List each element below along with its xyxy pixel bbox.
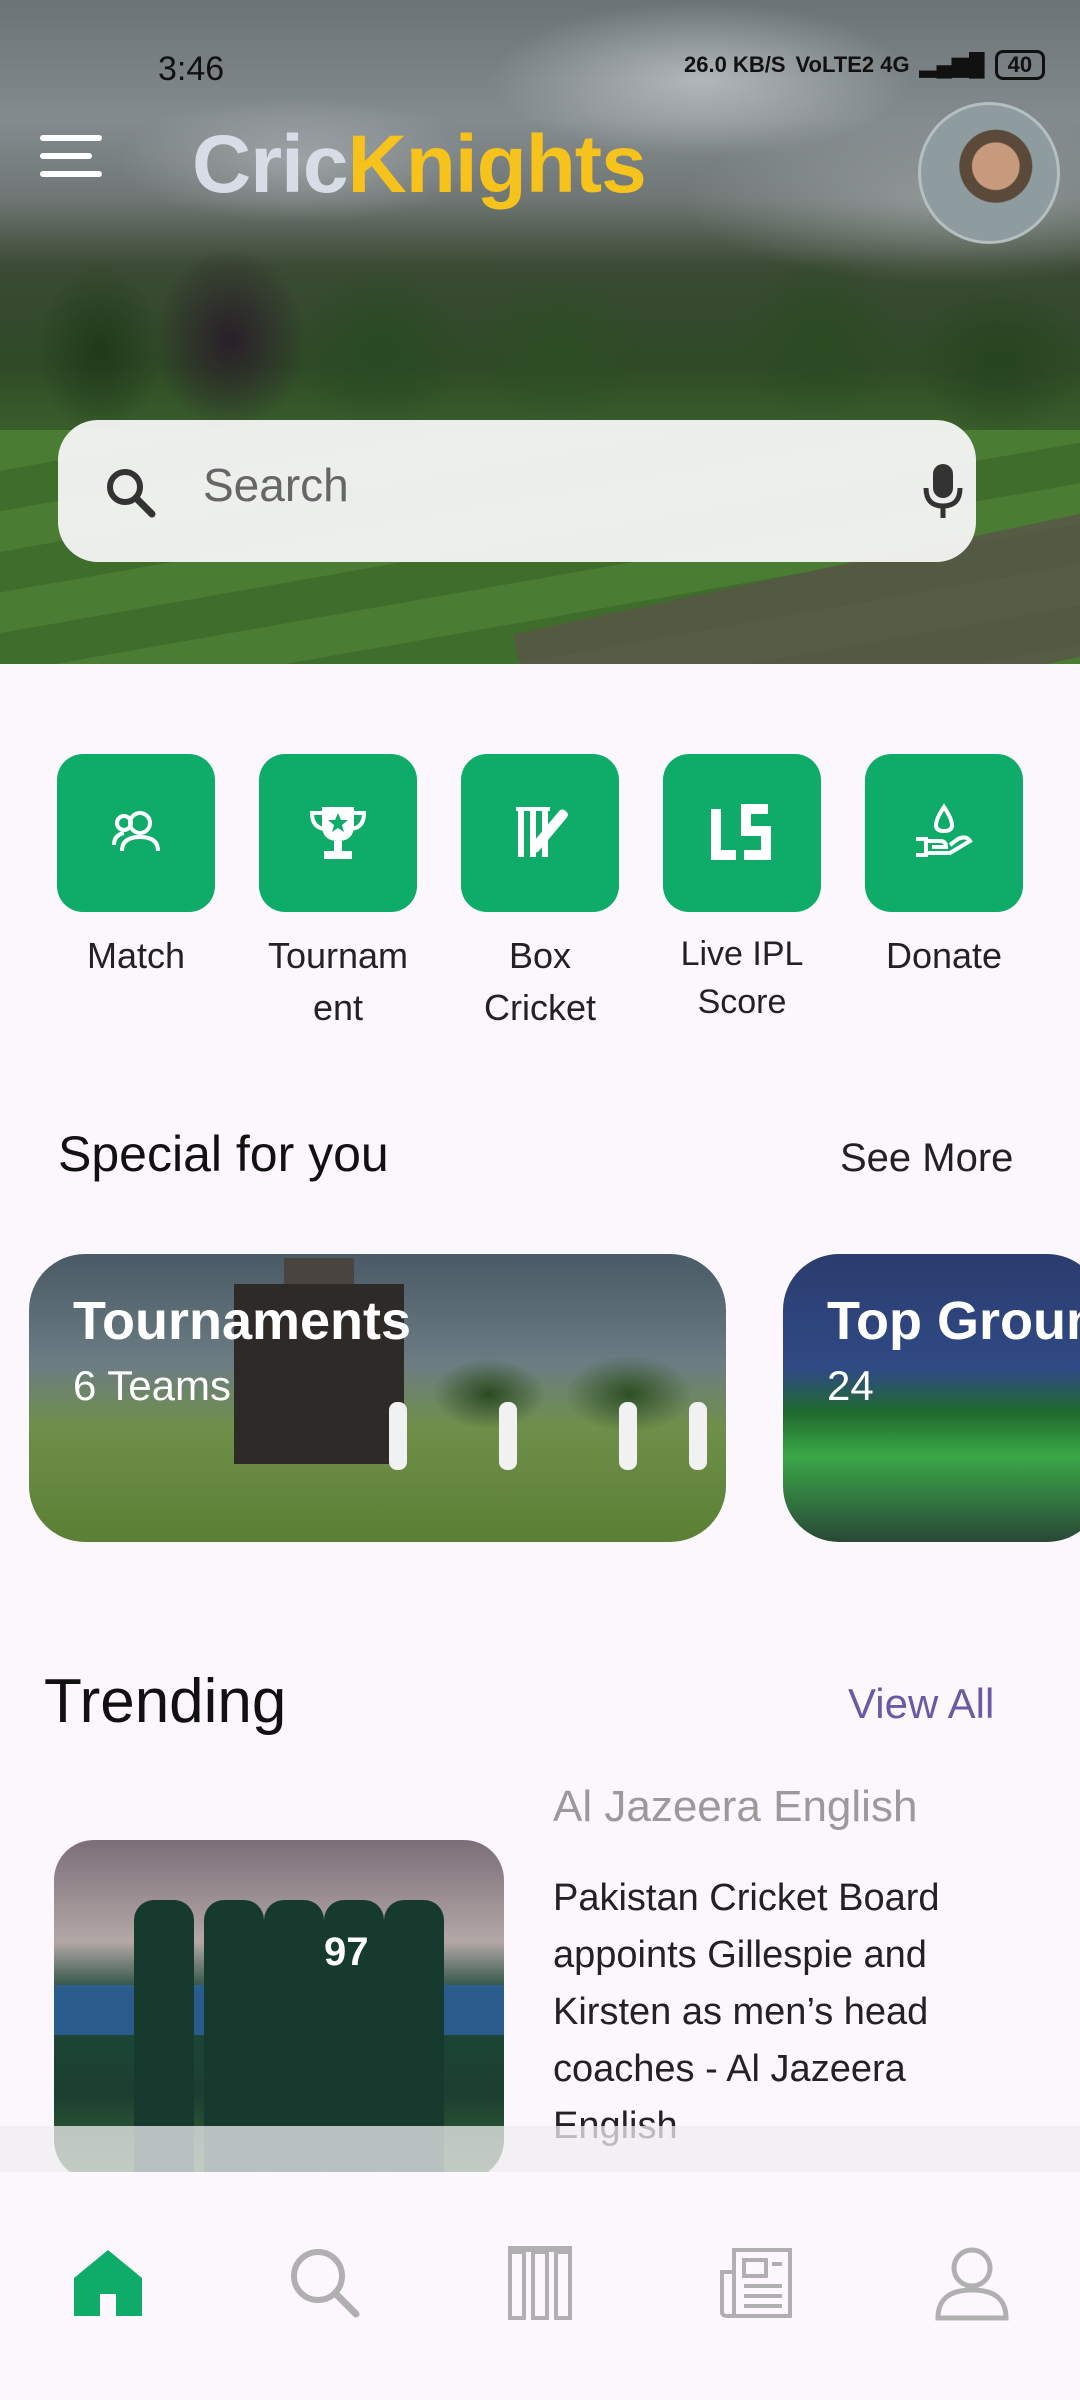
content-fade — [0, 2126, 1080, 2172]
trophy-icon — [309, 807, 367, 859]
top-grounds-card[interactable]: Top Grounds 24 — [783, 1254, 1080, 1542]
menu-icon[interactable] — [40, 135, 102, 179]
search-icon[interactable] — [284, 2242, 364, 2322]
home-icon[interactable] — [68, 2242, 148, 2322]
net-speed: 26.0 KB/S — [684, 52, 786, 77]
news-icon[interactable] — [716, 2242, 796, 2322]
quick-action-label: Donate — [885, 935, 1003, 976]
quick-action-live-ipl-score[interactable]: Live IPL Score — [663, 754, 821, 1026]
live-score-icon — [711, 804, 771, 860]
search-input[interactable]: Search — [203, 458, 349, 512]
card-title: Top Grounds — [827, 1291, 1080, 1351]
player-figure — [689, 1402, 707, 1470]
quick-action-box-cricket[interactable]: Box Cricket — [461, 754, 619, 1034]
quick-action-label: Live IPL Score — [680, 935, 804, 1021]
quick-action-label: Box Cricket — [483, 935, 596, 1028]
trending-title: Trending — [44, 1667, 287, 1736]
signal-icon: ▂▄▆█ — [919, 52, 985, 77]
view-all-link[interactable]: View All — [848, 1680, 994, 1728]
search-icon — [107, 469, 156, 518]
quick-action-label: Tournam ent — [267, 935, 409, 1028]
tournaments-card[interactable]: Tournaments 6 Teams — [29, 1254, 726, 1542]
quick-action-label: Match — [86, 935, 186, 976]
news-source: Al Jazeera English — [553, 1782, 918, 1831]
logo-part1: Cric — [192, 119, 349, 210]
card-subtitle: 6 Teams — [73, 1362, 231, 1409]
network-indicator: VoLTE2 4G — [795, 52, 910, 77]
box-cricket-tile[interactable] — [461, 754, 619, 912]
donate-hand-icon — [916, 803, 973, 857]
jersey-number: 97 — [324, 1930, 369, 1974]
logo-part2: Knights — [347, 119, 647, 210]
status-icons: 26.0 KB/S VoLTE2 4G ▂▄▆█ 40 — [684, 50, 1046, 80]
see-more-link[interactable]: See More — [840, 1136, 1013, 1181]
player-figure — [619, 1402, 637, 1470]
special-section-title: Special for you — [58, 1126, 389, 1182]
match-tile[interactable] — [57, 754, 215, 912]
card-subtitle: 24 — [827, 1362, 874, 1409]
people-icon — [112, 811, 160, 852]
news-headline[interactable]: Pakistan Cricket Board appoints Gillespi… — [553, 1870, 1023, 2155]
tournament-tile[interactable] — [259, 754, 417, 912]
bottom-navigation — [0, 2172, 1080, 2400]
battery-icon: 40 — [994, 50, 1046, 80]
stumps-icon[interactable] — [500, 2242, 580, 2322]
profile-icon[interactable] — [932, 2242, 1012, 2322]
search-bar[interactable]: Search — [58, 420, 976, 562]
quick-action-tournament[interactable]: Tournam ent — [259, 754, 417, 1034]
player-figure — [499, 1402, 517, 1470]
cricket-bat-icon — [516, 807, 568, 857]
hero-trees — [0, 230, 1080, 430]
hero-banner: 3:46 26.0 KB/S VoLTE2 4G ▂▄▆█ 40 CricKni… — [0, 0, 1080, 664]
donate-tile[interactable] — [865, 754, 1023, 912]
card-trees — [409, 1344, 726, 1434]
app-logo: CricKnights — [192, 118, 647, 212]
player-figure — [389, 1402, 407, 1470]
quick-action-donate[interactable]: Donate — [865, 754, 1023, 982]
quick-action-match[interactable]: Match — [57, 754, 215, 982]
avatar[interactable] — [918, 102, 1060, 244]
live-score-tile[interactable] — [663, 754, 821, 912]
status-time: 3:46 — [158, 50, 225, 88]
microphone-icon[interactable] — [918, 460, 968, 522]
card-title: Tournaments — [73, 1291, 412, 1351]
